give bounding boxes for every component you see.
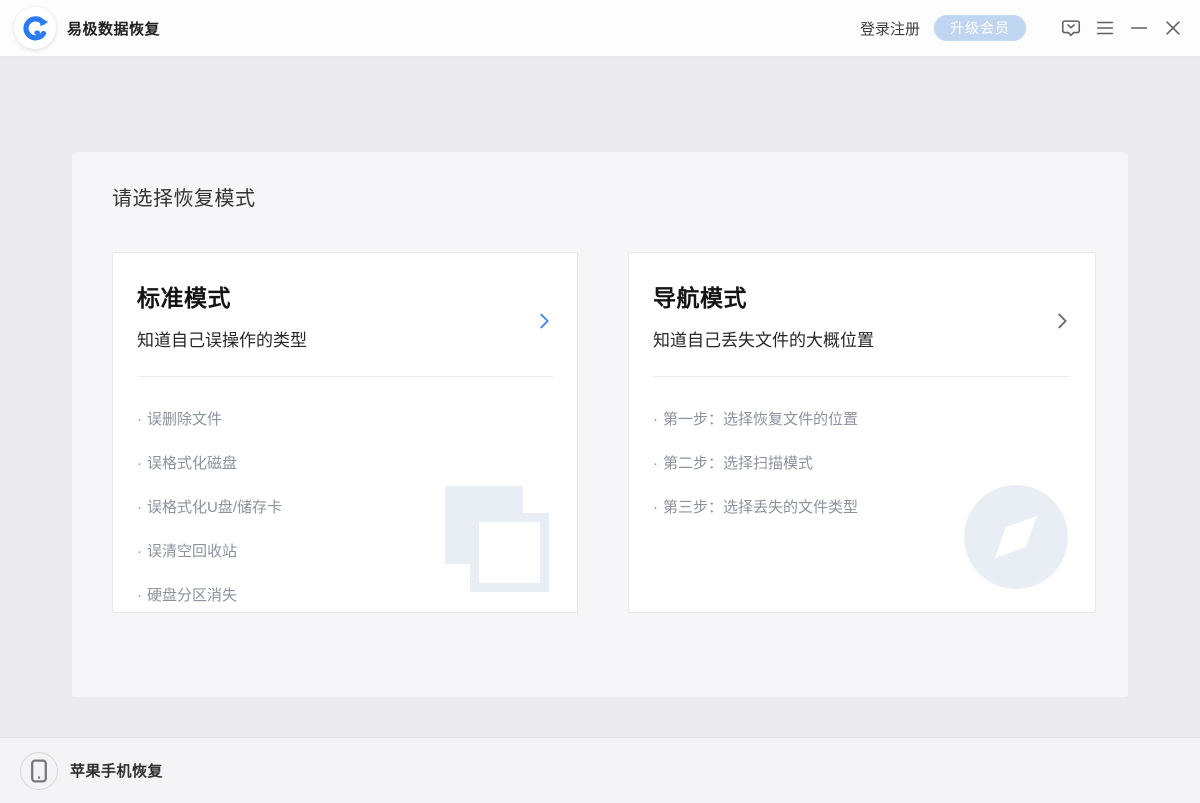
titlebar-right: 登录注册 升级会员 [860, 15, 1184, 41]
chevron-right-icon[interactable] [1051, 310, 1073, 332]
list-item: 误格式化磁盘 [137, 452, 553, 473]
close-icon[interactable] [1162, 17, 1184, 39]
phone-icon [20, 752, 58, 790]
list-item: 第一步：选择恢复文件的位置 [653, 408, 1071, 429]
feedback-icon[interactable] [1060, 17, 1082, 39]
divider [137, 376, 553, 377]
footer-label: 苹果手机恢复 [70, 760, 163, 781]
login-register-link[interactable]: 登录注册 [860, 18, 920, 39]
card-title: 导航模式 [653, 279, 1071, 313]
upgrade-member-button[interactable]: 升级会员 [934, 15, 1026, 41]
navigation-mode-list: 第一步：选择恢复文件的位置 第二步：选择扫描模式 第三步：选择丢失的文件类型 [653, 408, 1071, 517]
titlebar: 易极数据恢复 登录注册 升级会员 [0, 0, 1200, 57]
standard-mode-card[interactable]: 标准模式 知道自己误操作的类型 误删除文件 误格式化磁盘 误格式化U盘/储存卡 … [112, 252, 578, 613]
card-subtitle: 知道自己误操作的类型 [137, 326, 553, 351]
divider [653, 376, 1071, 377]
chevron-right-icon[interactable] [533, 310, 555, 332]
navigation-mode-card[interactable]: 导航模式 知道自己丢失文件的大概位置 第一步：选择恢复文件的位置 第二步：选择扫… [628, 252, 1096, 613]
list-item: 误清空回收站 [137, 540, 553, 561]
footer-bar: 苹果手机恢复 [0, 737, 1200, 803]
card-subtitle: 知道自己丢失文件的大概位置 [653, 326, 1071, 351]
list-item: 误删除文件 [137, 408, 553, 429]
main-area: 请选择恢复模式 标准模式 知道自己误操作的类型 误删除文件 误格式化磁盘 误格式… [0, 57, 1200, 737]
menu-icon[interactable] [1094, 17, 1116, 39]
titlebar-left: 易极数据恢复 [14, 7, 160, 49]
card-title: 标准模式 [137, 279, 553, 313]
list-item: 误格式化U盘/储存卡 [137, 496, 553, 517]
list-item: 硬盘分区消失 [137, 584, 553, 605]
app-logo-icon [14, 7, 56, 49]
list-item: 第二步：选择扫描模式 [653, 452, 1071, 473]
mode-selection-panel: 请选择恢复模式 标准模式 知道自己误操作的类型 误删除文件 误格式化磁盘 误格式… [72, 152, 1128, 697]
app-title: 易极数据恢复 [67, 18, 160, 39]
page-title: 请选择恢复模式 [112, 182, 256, 211]
iphone-recovery-button[interactable]: 苹果手机恢复 [20, 752, 163, 790]
standard-mode-list: 误删除文件 误格式化磁盘 误格式化U盘/储存卡 误清空回收站 硬盘分区消失 [137, 408, 553, 605]
list-item: 第三步：选择丢失的文件类型 [653, 496, 1071, 517]
minimize-icon[interactable] [1128, 17, 1150, 39]
